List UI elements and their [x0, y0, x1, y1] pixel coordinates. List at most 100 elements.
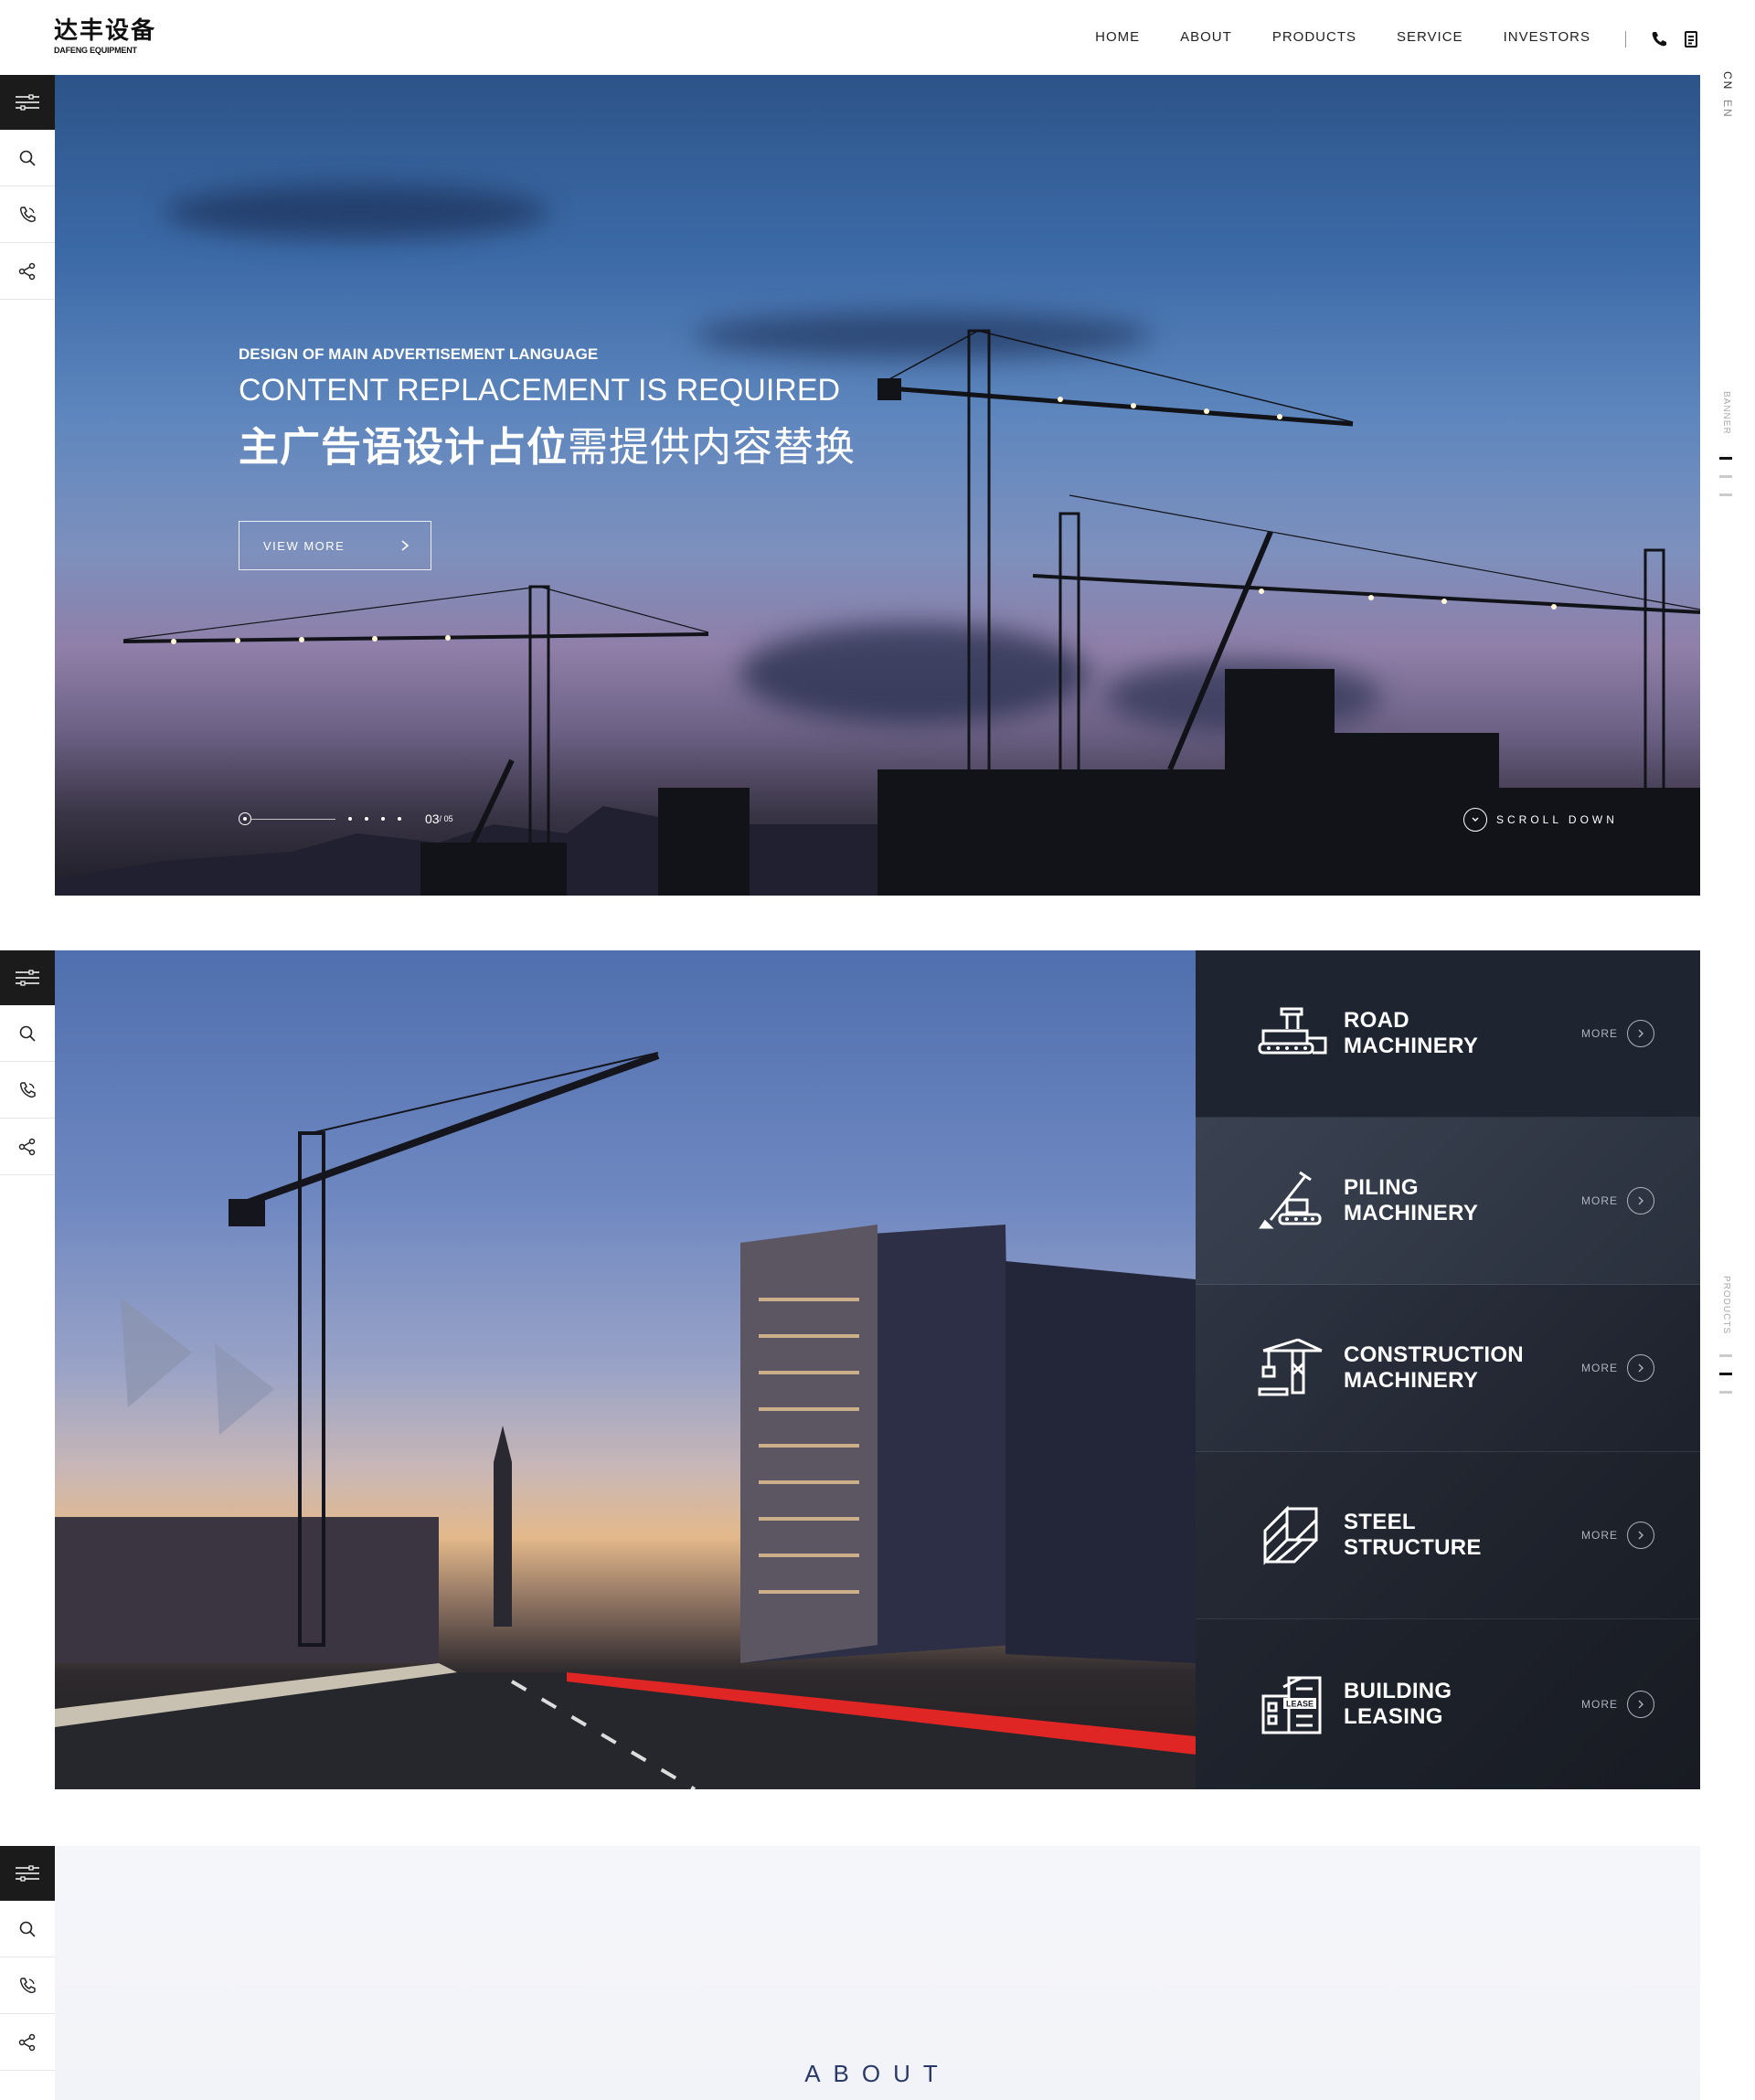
phone-button[interactable] [0, 1062, 55, 1119]
nav-about[interactable]: ABOUT [1180, 29, 1232, 45]
indicator-dash[interactable] [1719, 457, 1732, 460]
steel-structure-icon [1263, 1505, 1318, 1565]
more-link[interactable]: MORE [1581, 1020, 1654, 1047]
piling-machinery-icon [1259, 1171, 1322, 1229]
nav-divider [1625, 31, 1626, 48]
products-section-indicator [1719, 1354, 1732, 1409]
product-building-leasing[interactable]: LEASE BUILDING LEASING MORE [1196, 1619, 1700, 1789]
pager-progress-line [251, 818, 335, 820]
product-title-line: MACHINERY [1344, 1201, 1479, 1225]
menu-button[interactable] [0, 1846, 55, 1901]
chevron-right-icon [1627, 1187, 1654, 1214]
product-title-line: CONSTRUCTION [1344, 1342, 1524, 1367]
crane-skyline-graphic [55, 329, 1700, 896]
products-section: ROAD MACHINERY MORE PILING MACHINERY MORE [55, 950, 1700, 1789]
menu-button[interactable] [0, 950, 55, 1005]
road-machinery-icon [1258, 1007, 1327, 1055]
share-button[interactable] [0, 1119, 55, 1175]
chevron-right-icon [1627, 1522, 1654, 1549]
share-button[interactable] [0, 2014, 55, 2071]
logo[interactable]: 达丰设备 DAFENG EQUIPMENT [54, 18, 156, 55]
indicator-dash[interactable] [1719, 1354, 1732, 1357]
building-lease-icon: LEASE [1261, 1676, 1322, 1734]
product-title: CONSTRUCTION MACHINERY [1344, 1342, 1524, 1394]
hero-title-cn-bold: 主广告语设计占位 [239, 424, 568, 471]
share-button[interactable] [0, 243, 55, 300]
nav-investors[interactable]: INVESTORS [1504, 29, 1590, 45]
rail-label-products: PRODUCTS [1721, 1276, 1731, 1335]
indicator-dash[interactable] [1719, 1373, 1732, 1375]
pager-dot[interactable] [365, 817, 368, 821]
more-link[interactable]: MORE [1581, 1522, 1654, 1549]
slide-pager: 03 / 05 [239, 811, 453, 826]
lang-en[interactable]: EN [1721, 100, 1734, 119]
nav-service[interactable]: SERVICE [1397, 29, 1463, 45]
product-road-machinery[interactable]: ROAD MACHINERY MORE [1196, 950, 1700, 1118]
pager-dot[interactable] [381, 817, 385, 821]
product-title-line: STEEL [1344, 1510, 1416, 1534]
products-photo [55, 950, 1196, 1789]
phone-icon[interactable] [1650, 30, 1668, 48]
document-icon[interactable] [1682, 30, 1700, 48]
product-title-line: PILING [1344, 1175, 1419, 1200]
product-title-line: MACHINERY [1344, 1034, 1479, 1058]
pager-current: 03 [425, 811, 440, 826]
logo-cn: 达丰设备 [54, 17, 157, 45]
phone-button[interactable] [0, 1957, 55, 2014]
more-label: MORE [1581, 1362, 1618, 1374]
product-piling-machinery[interactable]: PILING MACHINERY MORE [1196, 1118, 1700, 1285]
chevron-right-icon [401, 540, 410, 551]
phone-icon [19, 206, 36, 222]
product-title: ROAD MACHINERY [1344, 1008, 1478, 1059]
nav-products[interactable]: PRODUCTS [1272, 29, 1356, 45]
rail-label-banner: BANNER [1721, 391, 1731, 435]
search-icon [19, 1025, 36, 1042]
product-title: BUILDING LEASING [1344, 1679, 1452, 1730]
search-icon [19, 150, 36, 166]
search-button[interactable] [0, 130, 55, 186]
hero-title-en: CONTENT REPLACEMENT IS REQUIRED [239, 373, 841, 408]
product-construction-machinery[interactable]: CONSTRUCTION MACHINERY MORE [1196, 1285, 1700, 1452]
product-title-line: MACHINERY [1344, 1368, 1479, 1393]
nav-home[interactable]: HOME [1095, 29, 1140, 45]
chevron-right-icon [1627, 1354, 1654, 1382]
menu-icon [16, 1865, 39, 1882]
more-link[interactable]: MORE [1581, 1187, 1654, 1214]
lang-cn[interactable]: CN [1721, 71, 1734, 90]
site-header: 达丰设备 DAFENG EQUIPMENT HOME ABOUT PRODUCT… [0, 0, 1755, 75]
scroll-down-button[interactable]: SCROLL DOWN [1463, 808, 1618, 832]
view-more-button[interactable]: VIEW MORE [239, 521, 431, 570]
side-toolbar [0, 1846, 55, 2071]
indicator-dash[interactable] [1719, 493, 1732, 496]
city-road-graphic [55, 1052, 1196, 1789]
pager-dot[interactable] [348, 817, 352, 821]
indicator-dash[interactable] [1719, 1391, 1732, 1394]
hero-kicker: DESIGN OF MAIN ADVERTISEMENT LANGUAGE [239, 345, 599, 363]
more-label: MORE [1581, 1529, 1618, 1542]
about-heading: ABOUT [804, 2060, 951, 2087]
menu-icon [16, 94, 39, 111]
more-label: MORE [1581, 1698, 1618, 1711]
product-steel-structure[interactable]: STEEL STRUCTURE MORE [1196, 1452, 1700, 1619]
menu-button[interactable] [0, 75, 55, 130]
more-link[interactable]: MORE [1581, 1691, 1654, 1718]
scroll-down-label: SCROLL DOWN [1496, 813, 1618, 826]
share-icon [18, 1138, 36, 1155]
search-button[interactable] [0, 1901, 55, 1957]
product-title: STEEL STRUCTURE [1344, 1510, 1482, 1561]
hero-title-cn-light: 需提供内容替换 [568, 424, 856, 471]
phone-icon [19, 1081, 36, 1098]
pager-active-dot[interactable] [239, 812, 251, 825]
phone-button[interactable] [0, 186, 55, 243]
indicator-dash[interactable] [1719, 475, 1732, 478]
product-title-line: BUILDING [1344, 1679, 1452, 1703]
more-link[interactable]: MORE [1581, 1354, 1654, 1382]
hero-banner: DESIGN OF MAIN ADVERTISEMENT LANGUAGE CO… [55, 75, 1700, 896]
main-nav: HOME ABOUT PRODUCTS SERVICE INVESTORS [1095, 29, 1590, 45]
construction-crane-icon [1258, 1338, 1323, 1396]
menu-icon [16, 970, 39, 986]
products-list: ROAD MACHINERY MORE PILING MACHINERY MORE [1196, 950, 1700, 1789]
pager-dot[interactable] [398, 817, 401, 821]
chevron-right-icon [1627, 1691, 1654, 1718]
search-button[interactable] [0, 1005, 55, 1062]
